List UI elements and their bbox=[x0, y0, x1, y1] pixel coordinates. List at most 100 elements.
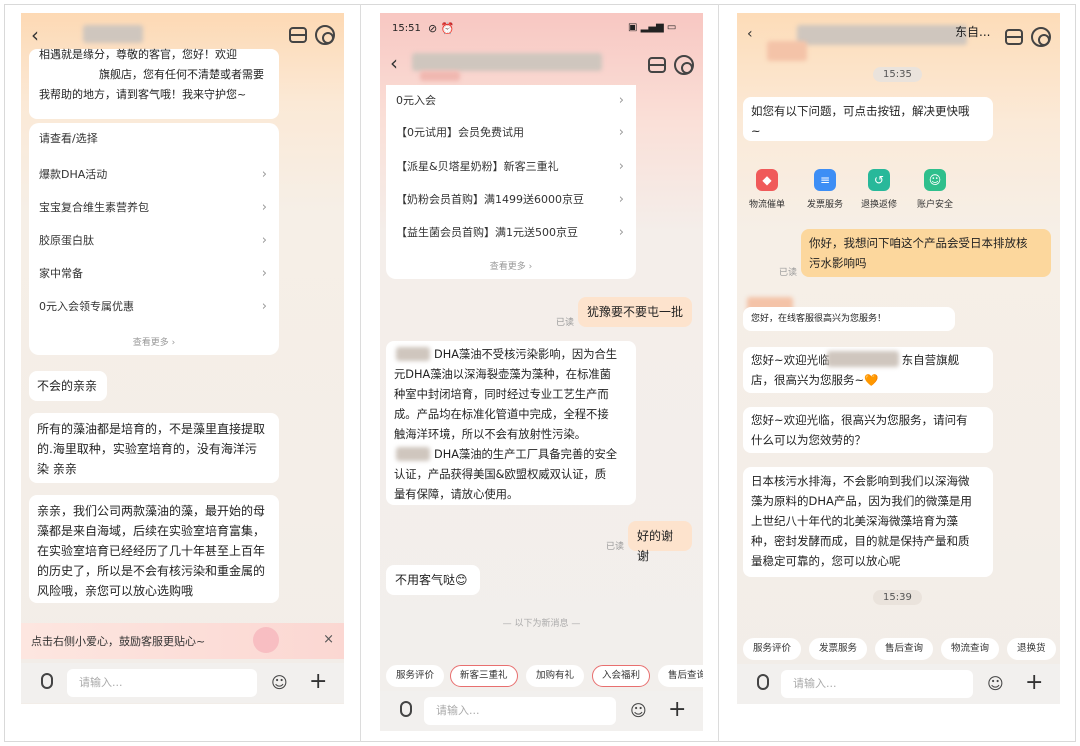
chevron-right-icon: › bbox=[261, 299, 267, 314]
input-bar: 请输入... ☺ + bbox=[380, 691, 703, 731]
message-line: 藻都是来自海域，后续在实验室培育富集， bbox=[37, 524, 266, 538]
menu-item[interactable]: 0元入会 › bbox=[396, 91, 626, 111]
read-status: 已读 bbox=[606, 542, 625, 552]
back-icon[interactable]: ‹ bbox=[747, 27, 753, 41]
message-line: 风险哦，亲您可以放心选购哦 bbox=[37, 584, 194, 598]
close-icon[interactable]: × bbox=[323, 632, 334, 647]
service-label: 账户安全 bbox=[916, 200, 953, 210]
emoji-icon[interactable]: ☺ bbox=[987, 676, 1004, 692]
agent-message: 不会的亲亲 bbox=[29, 371, 107, 401]
service-return[interactable]: ↺ 退换返修 bbox=[849, 169, 909, 210]
agent-message: 所有的藻油都是培育的，不是藻里直接提取 的.海里取种，实验室培育的，没有海洋污 … bbox=[29, 413, 279, 483]
back-icon[interactable]: ‹ bbox=[390, 53, 398, 73]
chevron-right-icon: › bbox=[618, 225, 624, 240]
read-status: 已读 bbox=[779, 268, 798, 278]
timestamp: 15:39 bbox=[873, 590, 922, 605]
menu-item[interactable]: 【奶粉会员首购】满1499送6000京豆 › bbox=[396, 190, 626, 210]
menu-item[interactable]: 爆款DHA活动 › bbox=[39, 165, 269, 185]
tip-text: 点击右侧小爱心，鼓励客服更贴心~ bbox=[31, 635, 206, 648]
menu-item[interactable]: 【派星&贝塔星奶粉】新客三重礼 › bbox=[396, 157, 626, 177]
quick-reply-chip[interactable]: 服务评价 bbox=[743, 638, 802, 660]
message-line: 东自营旗舰 bbox=[901, 353, 960, 367]
menu-item[interactable]: 家中常备 › bbox=[39, 264, 269, 284]
avatar-redacted bbox=[767, 41, 807, 61]
redacted-text bbox=[827, 351, 899, 367]
view-more-link[interactable]: 查看更多 › bbox=[29, 335, 279, 348]
menu-card: 0元入会 › 【0元试用】会员免费试用 › 【派星&贝塔星奶粉】新客三重礼 › 【奶粉… bbox=[386, 85, 636, 279]
chat-screen-3: ‹ 东自... 15:35 如您有以下问题，可点击按钮，解决更快哦 ~ ◆ 物流催… bbox=[737, 13, 1060, 704]
message-line: 你好，我想问下咱这个产品会受日本排放核 bbox=[809, 236, 1028, 250]
quick-reply-chip[interactable]: 加购有礼 bbox=[526, 665, 585, 687]
quick-reply-chip[interactable]: 售后查询 bbox=[658, 665, 703, 687]
microphone-icon[interactable] bbox=[41, 673, 53, 689]
user-message: 好的谢谢 bbox=[628, 521, 692, 563]
menu-card: 请查看/选择 爆款DHA活动 › 宝宝复合维生素营养包 › 胶原蛋白肽 › 家中常备 ›… bbox=[29, 123, 279, 355]
alarm-icon: ⊘ ⏰ bbox=[428, 22, 455, 35]
emoji-icon[interactable]: ☺ bbox=[630, 703, 647, 719]
shop-icon[interactable] bbox=[289, 27, 307, 43]
service-label: 物流催单 bbox=[748, 200, 785, 210]
settings-icon[interactable] bbox=[315, 25, 335, 45]
quick-reply-chip[interactable]: 新客三重礼 bbox=[450, 665, 518, 687]
service-logistics[interactable]: ◆ 物流催单 bbox=[737, 169, 797, 210]
menu-item[interactable]: 【益生菌会员首购】满1元送500京豆 › bbox=[396, 223, 626, 243]
back-icon[interactable]: ‹ bbox=[31, 25, 39, 45]
message-line: 种，密封发酵而成，目的就是保持产量和质 bbox=[751, 534, 970, 548]
chevron-right-icon: › bbox=[618, 192, 624, 207]
quick-reply-chip[interactable]: 入会福利 bbox=[592, 665, 651, 687]
redacted-text bbox=[396, 347, 430, 361]
message-line: 量有保障，请放心使用。 bbox=[394, 488, 519, 501]
message-line: 在实验室培育已经经历了几十年甚至上百年 bbox=[37, 544, 266, 558]
agent-message: 不用客气哒😊 bbox=[386, 565, 480, 595]
message-line: 量稳定可靠的，您可以放心呢 bbox=[751, 554, 901, 568]
quick-reply-chip[interactable]: 物流查询 bbox=[941, 638, 1000, 660]
shop-name-redacted bbox=[83, 25, 143, 43]
agent-message: DHA藻油不受核污染影响，因为合生 元DHA藻油以深海裂壶藻为藻种，在标准菌 种… bbox=[386, 341, 636, 505]
heart-icon[interactable] bbox=[253, 627, 279, 653]
service-label: 发票服务 bbox=[806, 200, 843, 210]
message-line: 亲亲，我们公司两款藻油的藻，最开始的母 bbox=[37, 504, 266, 518]
microphone-icon[interactable] bbox=[757, 674, 769, 690]
quick-reply-chip[interactable]: 退换货 bbox=[1007, 638, 1056, 660]
menu-item[interactable]: 胶原蛋白肽 › bbox=[39, 231, 269, 251]
shop-icon[interactable] bbox=[648, 57, 666, 73]
message-input[interactable]: 请输入... bbox=[424, 697, 616, 725]
settings-icon[interactable] bbox=[1031, 27, 1051, 47]
read-status: 已读 bbox=[556, 318, 575, 328]
plus-icon[interactable]: + bbox=[1025, 672, 1043, 694]
quick-reply-chip[interactable]: 发票服务 bbox=[809, 638, 868, 660]
shop-icon[interactable] bbox=[1005, 29, 1023, 45]
menu-item-label: 【益生菌会员首购】满1元送500京豆 bbox=[396, 226, 578, 239]
menu-item[interactable]: 【0元试用】会员免费试用 › bbox=[396, 123, 626, 143]
message-line: 污水影响吗 bbox=[809, 256, 867, 270]
chevron-right-icon: › bbox=[618, 93, 624, 108]
shop-name-redacted bbox=[797, 25, 967, 45]
panel-divider bbox=[360, 4, 361, 742]
message-line: 种室中封闭培育，同时经过专业工艺生产而 bbox=[394, 388, 609, 401]
view-more-link[interactable]: 查看更多 › bbox=[386, 259, 636, 272]
emoji-icon[interactable]: ☺ bbox=[271, 675, 288, 691]
chevron-right-icon: › bbox=[261, 233, 267, 248]
welcome-line: 旗舰店，您有任何不清楚或者需要 bbox=[99, 68, 264, 81]
service-account[interactable]: ☺ 账户安全 bbox=[905, 169, 965, 210]
settings-icon[interactable] bbox=[674, 55, 694, 75]
user-shield-icon: ☺ bbox=[924, 169, 946, 191]
menu-item[interactable]: 宝宝复合维生素营养包 › bbox=[39, 198, 269, 218]
chevron-right-icon: › bbox=[618, 159, 624, 174]
chevron-right-icon: › bbox=[261, 167, 267, 182]
welcome-line: 相遇就是缘分，尊敬的客官，您好！欢迎 bbox=[39, 48, 237, 61]
menu-item[interactable]: 0元入会领专属优惠 › bbox=[39, 297, 269, 317]
microphone-icon[interactable] bbox=[400, 701, 412, 717]
input-bar: 请输入... ☺ + bbox=[21, 663, 344, 703]
quick-reply-chip[interactable]: 服务评价 bbox=[386, 665, 445, 687]
menu-item-label: 【奶粉会员首购】满1499送6000京豆 bbox=[396, 193, 584, 206]
message-input[interactable]: 请输入... bbox=[781, 670, 973, 698]
plus-icon[interactable]: + bbox=[668, 699, 686, 721]
menu-item-label: 胶原蛋白肽 bbox=[39, 234, 94, 247]
message-input[interactable]: 请输入... bbox=[67, 669, 257, 697]
plus-icon[interactable]: + bbox=[309, 671, 327, 693]
service-invoice[interactable]: ≡ 发票服务 bbox=[795, 169, 855, 210]
status-icons: ▣ ▂▄▆ ▭ bbox=[628, 22, 677, 33]
quick-reply-chip[interactable]: 售后查询 bbox=[875, 638, 934, 660]
agent-message: 亲亲，我们公司两款藻油的藻，最开始的母 藻都是来自海域，后续在实验室培育富集， … bbox=[29, 495, 279, 603]
